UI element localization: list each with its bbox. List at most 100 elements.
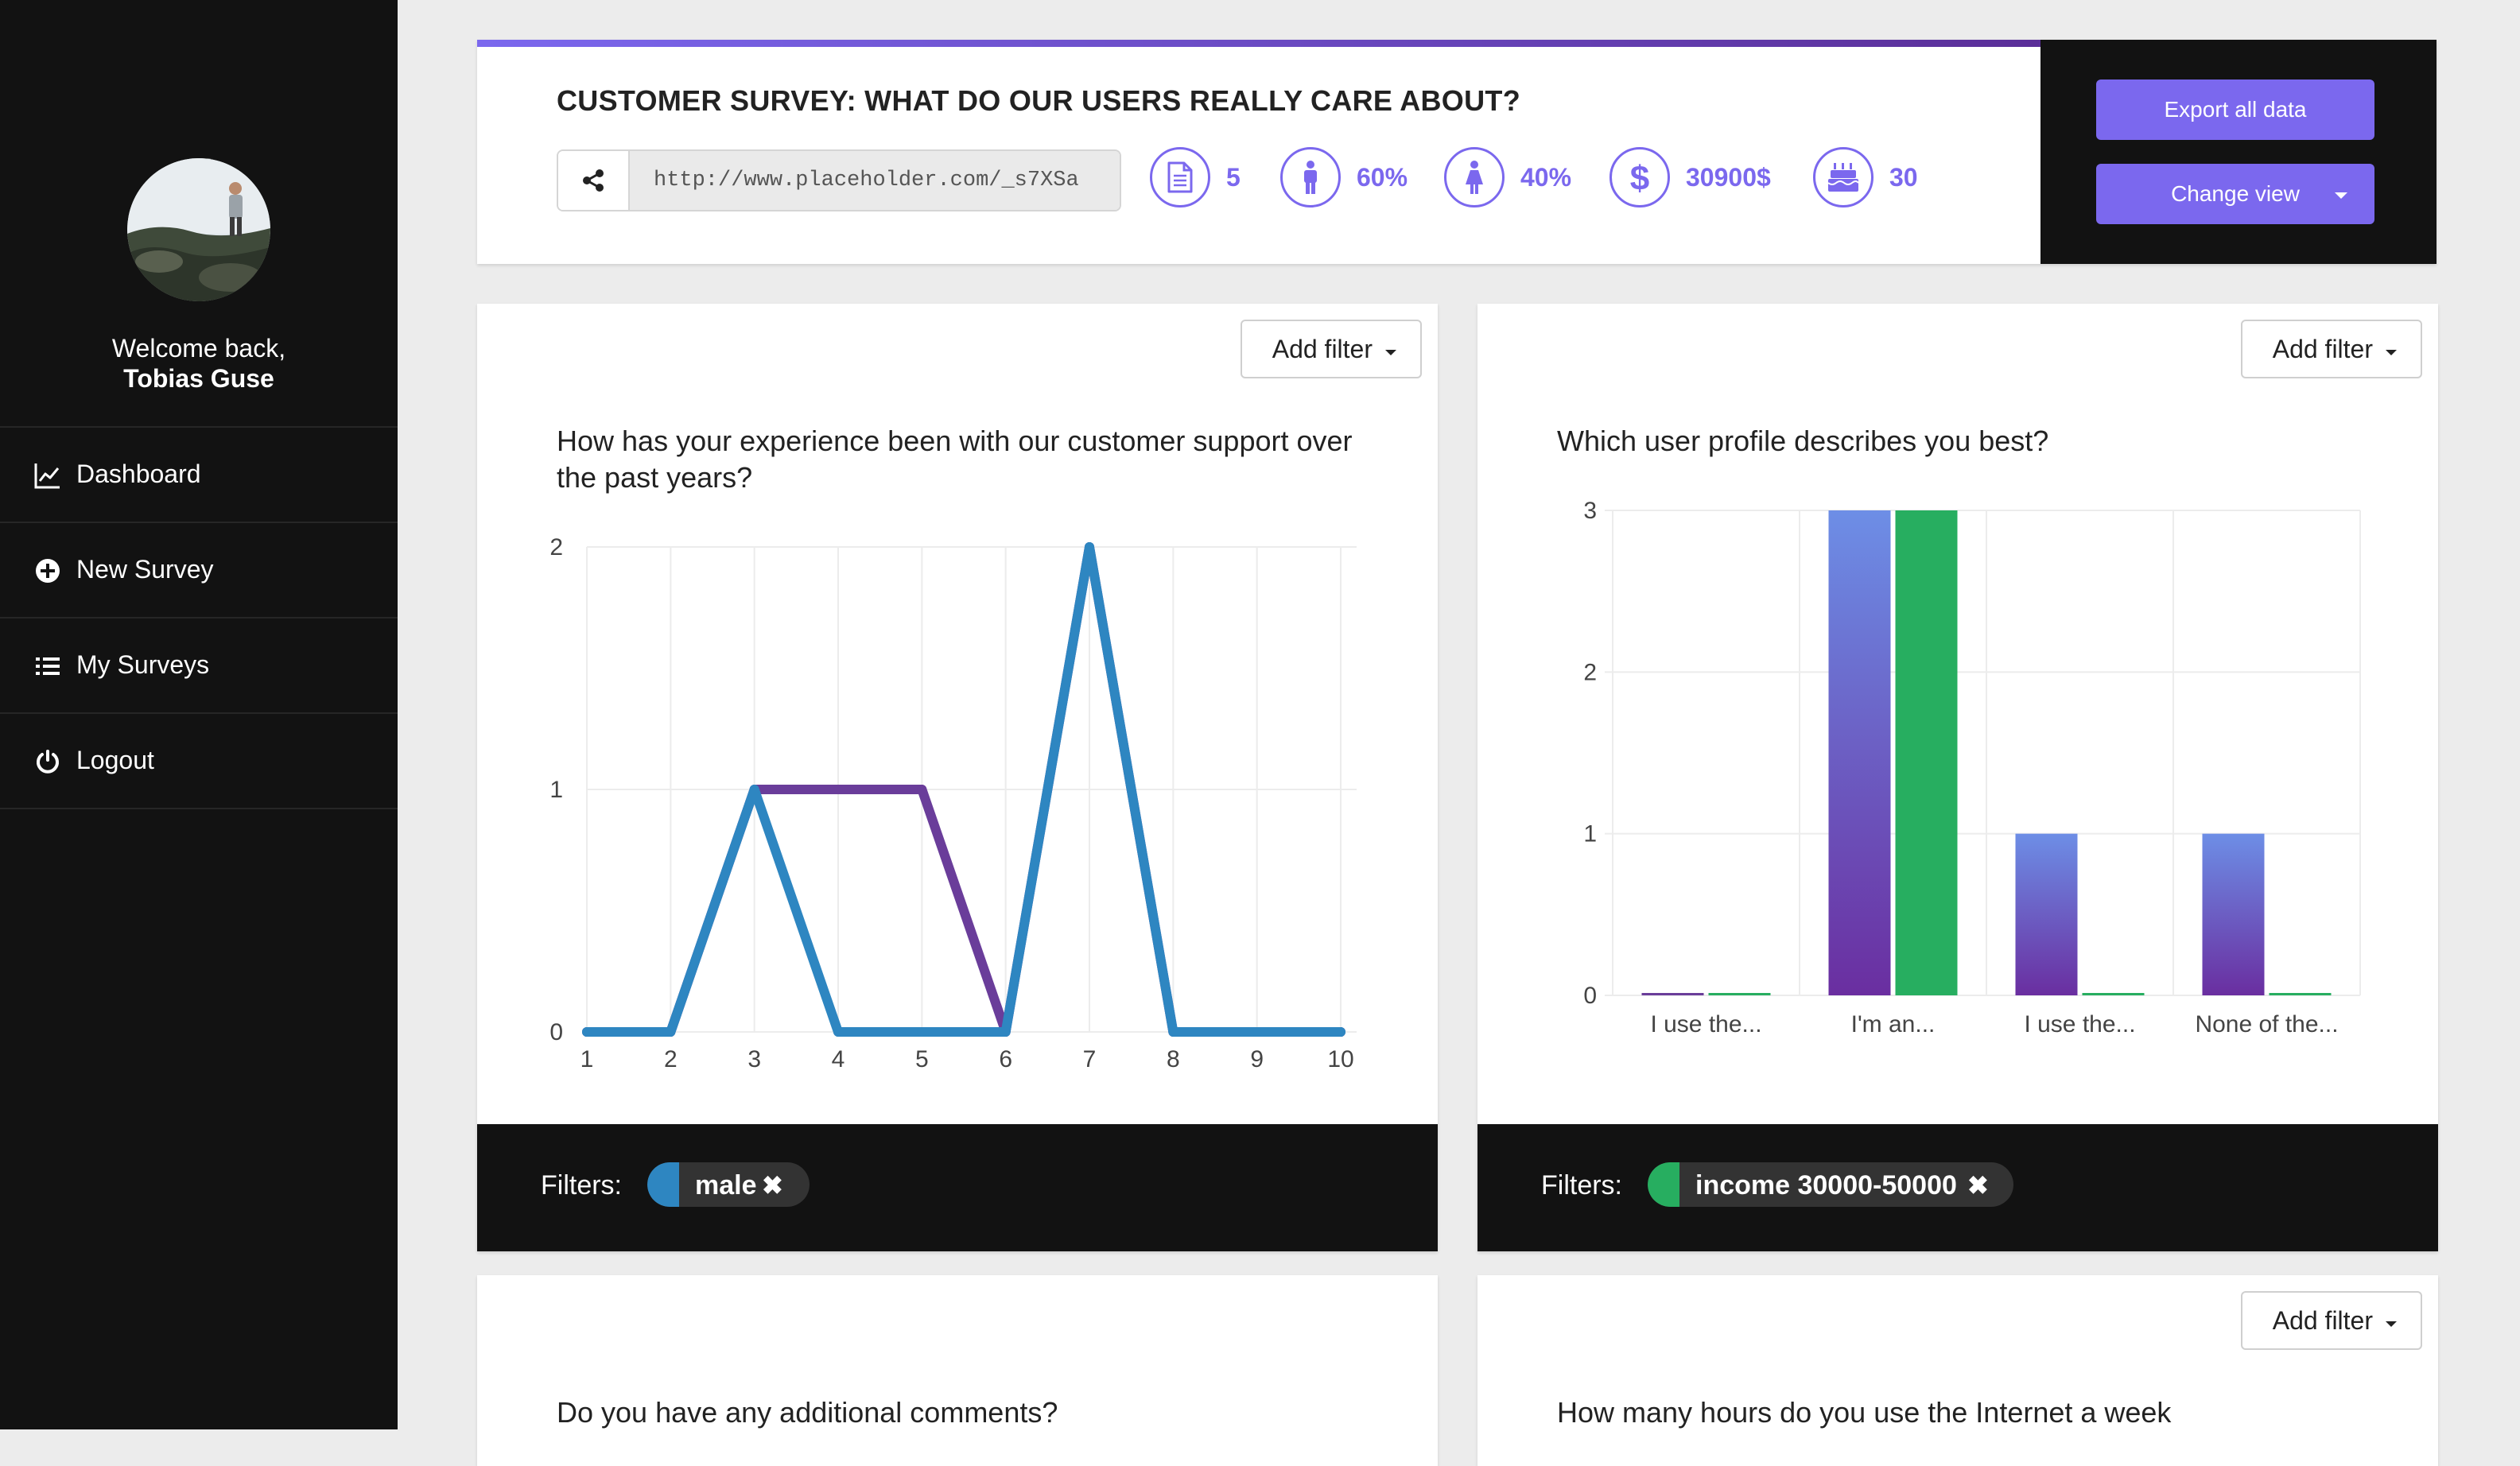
document-icon <box>1167 161 1193 193</box>
sidebar: Welcome back, Tobias Guse Dashboard New … <box>0 0 398 1429</box>
nav-item-dashboard[interactable]: Dashboard <box>0 426 398 522</box>
survey-header: CUSTOMER SURVEY: WHAT DO OUR USERS REALL… <box>477 40 2437 264</box>
question-card-comments: Do you have any additional comments? <box>477 1275 1438 1466</box>
data-point <box>1168 1027 1178 1037</box>
filter-chip-label: income 30000-50000 <box>1695 1170 1957 1200</box>
nav-label-my-surveys: My Surveys <box>76 650 210 679</box>
filter-chip-label: male <box>695 1170 757 1200</box>
filters-label: Filters: <box>1541 1170 1622 1200</box>
nav-label-logout: Logout <box>76 746 154 774</box>
bar <box>2082 993 2145 995</box>
data-point <box>1252 1027 1262 1037</box>
header-actions: Export all data Change view <box>2040 40 2437 264</box>
chevron-down-icon <box>2335 192 2347 199</box>
data-point <box>749 785 759 794</box>
share-button[interactable] <box>558 151 630 210</box>
x-tick-label: 7 <box>1083 1046 1097 1072</box>
nav-label-new-survey: New Survey <box>76 555 214 584</box>
y-tick-label: 3 <box>1583 498 1597 524</box>
data-point <box>582 1027 592 1037</box>
data-point <box>833 1027 843 1037</box>
y-tick-label: 1 <box>1583 821 1597 847</box>
nav-item-logout[interactable]: Logout <box>0 712 398 809</box>
y-tick-label: 2 <box>549 534 563 560</box>
y-tick-label: 2 <box>1583 659 1597 685</box>
export-all-data-button[interactable]: Export all data <box>2096 80 2374 140</box>
dollar-icon: $ <box>1630 160 1649 195</box>
x-tick-label: 6 <box>999 1046 1012 1072</box>
filters-bar: Filters: income 30000-50000 ✖ <box>1477 1124 2438 1251</box>
data-point <box>666 1027 676 1037</box>
x-tick-label: I use the... <box>1650 1011 1761 1037</box>
birthday-cake-icon <box>1827 163 1859 192</box>
bar <box>1828 510 1891 995</box>
avatar <box>127 158 270 301</box>
y-tick-label: 1 <box>549 777 563 803</box>
data-point <box>1000 1027 1011 1037</box>
share-link-group <box>557 149 1121 211</box>
header-accent-bar <box>477 40 2040 47</box>
welcome-text: Welcome back, <box>111 334 286 363</box>
x-tick-label: 8 <box>1167 1046 1180 1072</box>
share-url-input[interactable] <box>630 151 1120 210</box>
x-tick-label: 4 <box>832 1046 845 1072</box>
chevron-down-icon <box>2386 1321 2397 1327</box>
x-tick-label: 2 <box>664 1046 678 1072</box>
nav-item-my-surveys[interactable]: My Surveys <box>0 617 398 712</box>
stat-female-value: 40% <box>1520 163 1572 192</box>
x-tick-label: 1 <box>580 1046 594 1072</box>
line-chart: 1 2 3 4 5 6 7 8 9 10012 <box>549 534 1357 1072</box>
question-card-internet-hours: Add filter How many hours do you use the… <box>1477 1275 2438 1466</box>
data-point <box>917 1027 927 1037</box>
question-card-support: Add filter How has your experience been … <box>477 304 1438 1251</box>
nav-label-dashboard: Dashboard <box>76 460 201 488</box>
nav-item-new-survey[interactable]: New Survey <box>0 522 398 617</box>
data-point <box>1336 1027 1345 1037</box>
remove-filter-icon[interactable]: ✖ <box>762 1170 783 1200</box>
stat-age-value: 30 <box>1889 163 1918 192</box>
share-icon <box>583 169 604 192</box>
question-title: How many hours do you use the Internet a… <box>1557 1396 2172 1429</box>
bar <box>2202 833 2265 995</box>
stat-male-value: 60% <box>1357 163 1408 192</box>
filter-chip[interactable]: male ✖ <box>647 1162 810 1207</box>
bar <box>2269 993 2332 995</box>
plus-circle-icon <box>36 559 60 583</box>
change-view-button[interactable]: Change view <box>2096 164 2374 224</box>
x-tick-label: 3 <box>747 1046 761 1072</box>
bar-chart: 0 1 2 3 I use the... I'm an... I use the... Non… <box>1583 498 2361 1037</box>
question-card-user-profile: Add filter Which user profile describes … <box>1477 304 2438 1251</box>
y-tick-label: 0 <box>549 1019 563 1045</box>
filter-color-dot <box>647 1162 679 1207</box>
bar <box>2015 833 2078 995</box>
stat-responses-value: 5 <box>1226 163 1241 192</box>
x-tick-label: I use the... <box>2024 1011 2135 1037</box>
y-tick-label: 0 <box>1583 983 1597 1009</box>
remove-filter-icon[interactable]: ✖ <box>1967 1170 1989 1200</box>
add-filter-button[interactable]: Add filter <box>2240 1291 2422 1350</box>
line-chart-icon <box>34 463 60 489</box>
male-icon <box>1304 161 1317 194</box>
data-point <box>833 785 843 794</box>
x-tick-label: 5 <box>915 1046 929 1072</box>
filter-color-dot <box>1648 1162 1679 1207</box>
data-point <box>917 785 927 794</box>
bar <box>1641 993 1704 995</box>
stat-income-value: 30900$ <box>1686 163 1771 192</box>
female-icon <box>1466 161 1483 194</box>
power-icon <box>37 750 59 774</box>
add-filter-label: Add filter <box>2272 1305 2373 1335</box>
question-title: Do you have any additional comments? <box>557 1396 1058 1429</box>
change-view-label: Change view <box>2171 181 2300 206</box>
filters-label: Filters: <box>541 1170 622 1200</box>
bar <box>1708 993 1771 995</box>
svg-text:$: $ <box>1630 160 1649 195</box>
x-tick-label: 9 <box>1250 1046 1264 1072</box>
bar <box>1895 510 1958 995</box>
x-tick-label: 10 <box>1327 1046 1353 1072</box>
filter-chip[interactable]: income 30000-50000 ✖ <box>1648 1162 2013 1207</box>
filters-bar: Filters: male ✖ <box>477 1124 1438 1251</box>
data-point <box>1085 542 1094 552</box>
survey-title: CUSTOMER SURVEY: WHAT DO OUR USERS REALL… <box>557 84 1520 117</box>
x-tick-label: None of the... <box>2195 1011 2338 1037</box>
